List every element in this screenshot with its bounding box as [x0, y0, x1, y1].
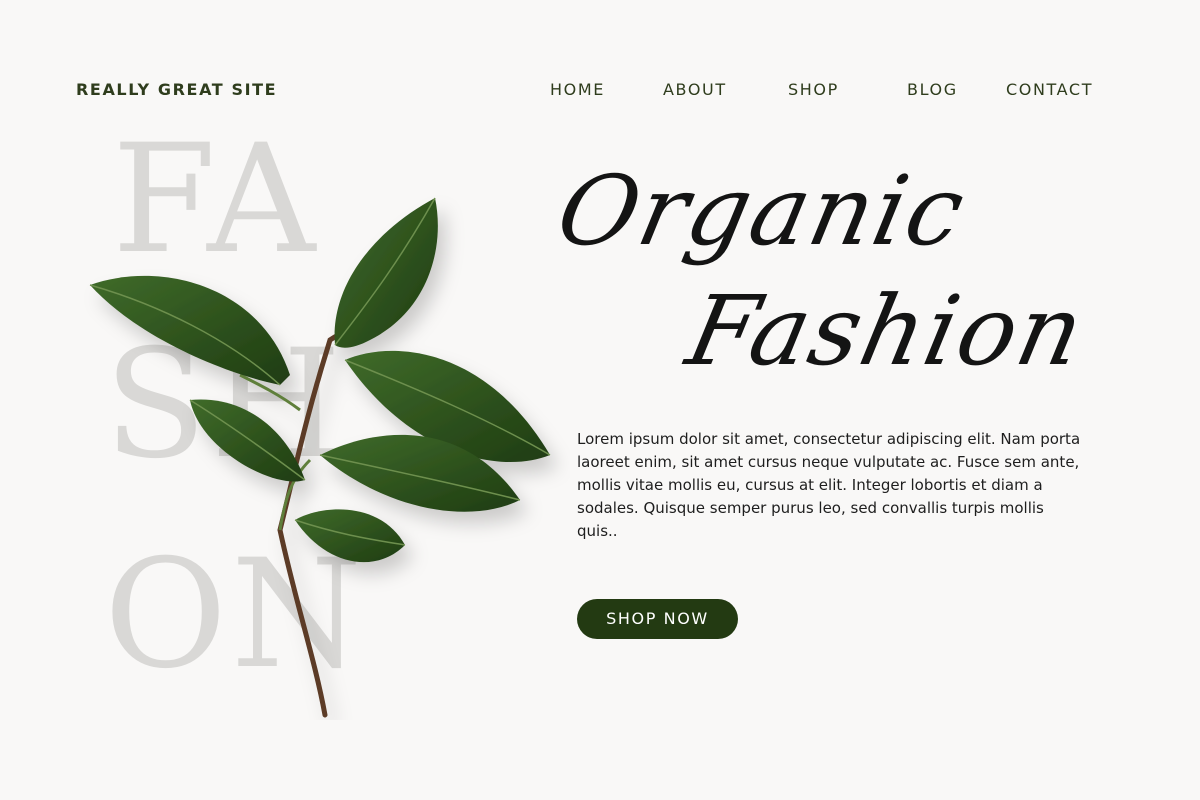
hero-title-line2: Fashion: [678, 275, 1095, 387]
leaf-branch-image: [89, 197, 551, 718]
nav-shop-link[interactable]: SHOP: [788, 80, 839, 99]
shop-now-button[interactable]: SHOP NOW: [577, 599, 738, 639]
main-nav: HOME ABOUT SHOP BLOG CONTACT: [0, 80, 1200, 104]
nav-blog-link[interactable]: BLOG: [907, 80, 958, 99]
nav-about-link[interactable]: ABOUT: [663, 80, 727, 99]
nav-home-link[interactable]: HOME: [550, 80, 605, 99]
hero-description: Lorem ipsum dolor sit amet, consectetur …: [577, 430, 1081, 540]
hero-title-line1: Organic: [548, 155, 976, 267]
nav-contact-link[interactable]: CONTACT: [1006, 80, 1093, 99]
